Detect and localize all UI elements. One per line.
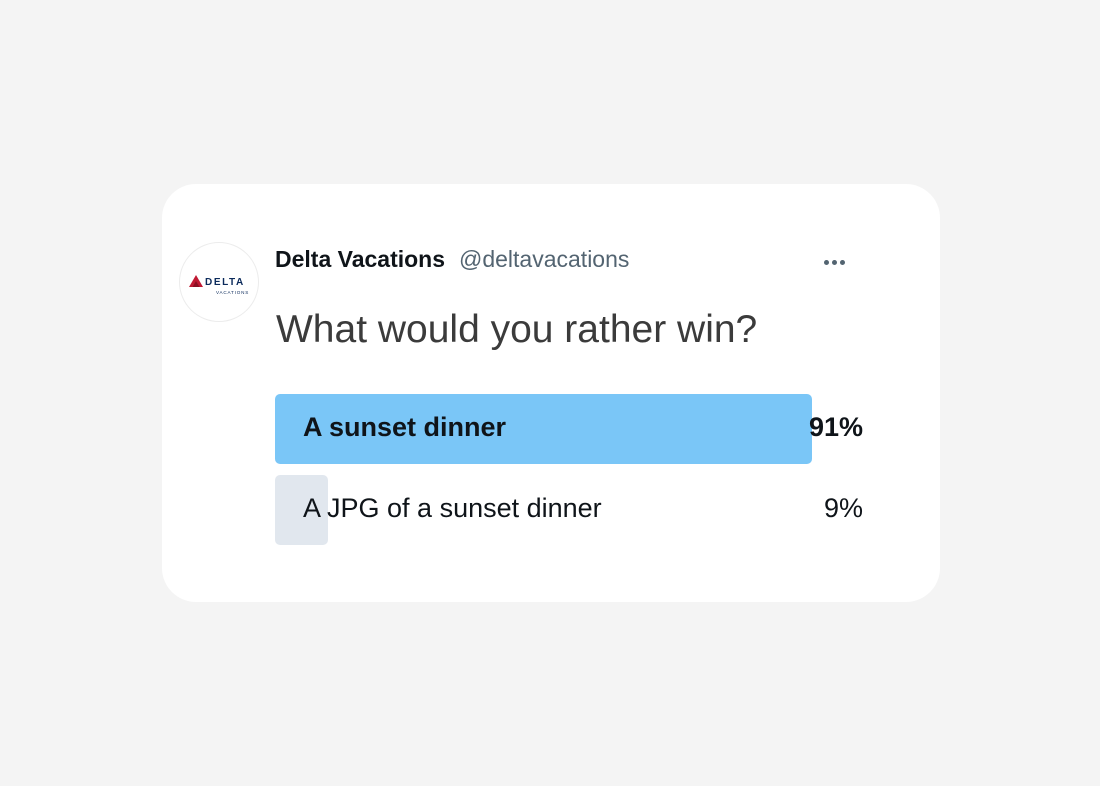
- tweet-card: DELTA VACATIONS Delta Vacations @deltava…: [162, 184, 940, 602]
- svg-text:VACATIONS: VACATIONS: [216, 290, 249, 295]
- svg-text:DELTA: DELTA: [205, 277, 245, 288]
- tweet-text: What would you rather win?: [276, 308, 758, 351]
- poll-option-percent: 91%: [808, 412, 863, 442]
- author-handle[interactable]: @deltavacations: [459, 246, 629, 273]
- more-horizontal-icon: [824, 260, 829, 265]
- poll-option[interactable]: A JPG of a sunset dinner 9%: [275, 475, 865, 545]
- author-name[interactable]: Delta Vacations: [275, 246, 445, 273]
- poll-option[interactable]: A sunset dinner 91%: [275, 394, 865, 464]
- poll-option-percent: 9%: [823, 493, 863, 523]
- more-horizontal-icon-dot: [840, 260, 845, 265]
- more-options-button[interactable]: [818, 248, 854, 276]
- delta-logo: DELTA VACATIONS: [189, 275, 249, 295]
- poll-option-label: A sunset dinner: [303, 412, 507, 442]
- poll-option-label: A JPG of a sunset dinner: [303, 493, 602, 523]
- more-horizontal-icon-dot: [832, 260, 837, 265]
- avatar[interactable]: DELTA VACATIONS: [179, 242, 259, 322]
